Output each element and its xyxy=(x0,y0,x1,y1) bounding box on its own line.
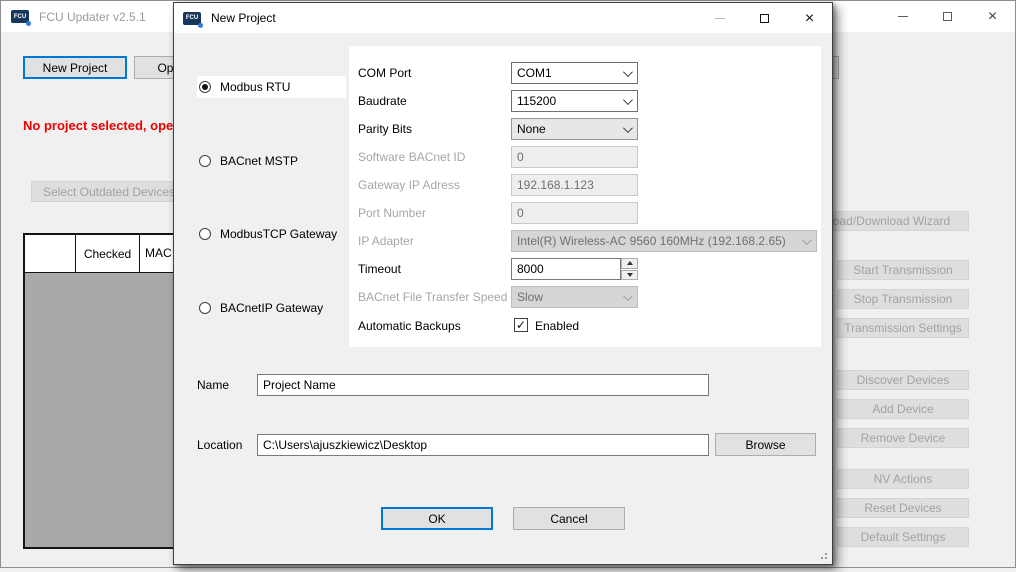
resize-grip[interactable] xyxy=(825,557,827,559)
ok-button[interactable]: OK xyxy=(381,507,493,530)
timeout-label: Timeout xyxy=(358,258,508,280)
default-settings-button[interactable]: Default Settings xyxy=(837,527,969,547)
automatic-backups-checkbox[interactable]: ✓ xyxy=(514,318,528,332)
timeout-input[interactable] xyxy=(511,258,621,280)
radio-bacnet-mstp[interactable]: BACnet MSTP xyxy=(197,150,346,172)
new-project-dialog: FCU New Project × Modbus RTU BACnet MSTP… xyxy=(173,2,833,565)
chevron-down-icon xyxy=(623,123,633,133)
fcu-app-icon: FCU xyxy=(11,10,29,23)
com-port-select[interactable]: COM1 xyxy=(511,62,638,84)
fcu-app-icon: FCU xyxy=(183,12,201,25)
nv-actions-button[interactable]: NV Actions xyxy=(837,469,969,489)
spinner-up-icon[interactable] xyxy=(621,258,638,269)
port-number-input xyxy=(511,202,638,224)
baudrate-label: Baudrate xyxy=(358,90,508,112)
timeout-spinner xyxy=(621,258,638,280)
port-number-label: Port Number xyxy=(358,202,508,224)
cancel-button[interactable]: Cancel xyxy=(513,507,625,530)
table-header-checked[interactable]: Checked xyxy=(76,235,140,272)
chevron-down-icon xyxy=(802,235,812,245)
name-input[interactable] xyxy=(257,374,709,396)
radio-modbus-rtu[interactable]: Modbus RTU xyxy=(197,76,346,98)
automatic-backups-checkbox-label: Enabled xyxy=(535,319,579,333)
reset-devices-button[interactable]: Reset Devices xyxy=(837,498,969,518)
spinner-down-icon[interactable] xyxy=(621,270,638,281)
maximize-icon[interactable] xyxy=(742,3,787,34)
location-input[interactable] xyxy=(257,434,709,456)
radio-selected-icon xyxy=(199,81,211,93)
bacnet-transfer-speed-label: BACnet File Transfer Speed xyxy=(358,286,508,308)
dialog-title: New Project xyxy=(211,11,276,25)
close-icon[interactable]: × xyxy=(787,3,832,34)
close-icon[interactable]: × xyxy=(970,1,1015,32)
radio-icon xyxy=(199,228,211,240)
automatic-backups-label: Automatic Backups xyxy=(358,315,508,337)
main-window-title: FCU Updater v2.5.1 xyxy=(39,10,146,24)
new-project-button[interactable]: New Project xyxy=(23,56,127,79)
com-port-label: COM Port xyxy=(358,62,508,84)
radio-bacnetip-gateway[interactable]: BACnetIP Gateway xyxy=(197,297,346,319)
browse-button[interactable]: Browse xyxy=(715,433,816,456)
ip-adapter-select: Intel(R) Wireless-AC 9560 160MHz (192.16… xyxy=(511,230,817,252)
parity-bits-label: Parity Bits xyxy=(358,118,508,140)
transmission-settings-button[interactable]: Transmission Settings xyxy=(837,318,969,338)
chevron-down-icon xyxy=(623,95,633,105)
remove-device-button[interactable]: Remove Device xyxy=(837,428,969,448)
chevron-down-icon xyxy=(623,67,633,77)
minimize-icon xyxy=(697,3,742,34)
stop-transmission-button[interactable]: Stop Transmission xyxy=(837,289,969,309)
software-bacnet-id-label: Software BACnet ID xyxy=(358,146,508,168)
radio-icon xyxy=(199,155,211,167)
radio-modbustcp-gateway[interactable]: ModbusTCP Gateway xyxy=(197,223,346,245)
maximize-icon[interactable] xyxy=(925,1,970,32)
chevron-down-icon xyxy=(623,291,633,301)
start-transmission-button[interactable]: Start Transmission xyxy=(837,260,969,280)
gateway-ip-label: Gateway IP Adress xyxy=(358,174,508,196)
dialog-titlebar: FCU New Project × xyxy=(174,3,832,33)
parity-bits-select[interactable]: None xyxy=(511,118,638,140)
minimize-icon[interactable] xyxy=(880,1,925,32)
table-header-rowselect[interactable] xyxy=(25,235,76,272)
screen: FCU FCU Updater v2.5.1 × New Project Ope… xyxy=(0,0,1016,572)
baudrate-select[interactable]: 115200 xyxy=(511,90,638,112)
software-bacnet-id-input xyxy=(511,146,638,168)
bacnet-transfer-speed-select: Slow xyxy=(511,286,638,308)
radio-icon xyxy=(199,302,211,314)
dialog-window-controls: × xyxy=(697,3,832,34)
discover-devices-button[interactable]: Discover Devices xyxy=(837,370,969,390)
status-message: No project selected, open xyxy=(23,118,181,133)
gateway-ip-input xyxy=(511,174,638,196)
add-device-button[interactable]: Add Device xyxy=(837,399,969,419)
main-window-controls: × xyxy=(880,1,1015,32)
ip-adapter-label: IP Adapter xyxy=(358,230,508,252)
select-outdated-devices-button[interactable]: Select Outdated Devices xyxy=(31,181,187,202)
